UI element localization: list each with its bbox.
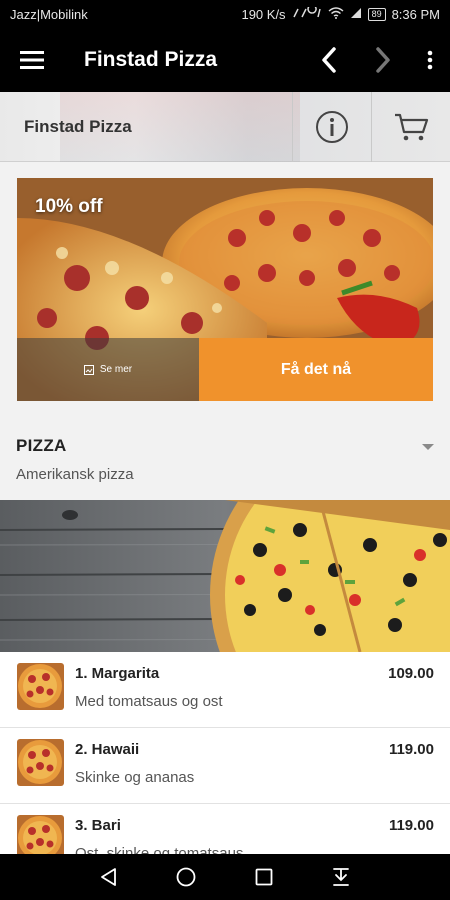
- category-title: PIZZA: [16, 436, 67, 455]
- item-thumbnail: [17, 739, 64, 786]
- item-thumbnail: [17, 663, 64, 710]
- get-it-now-button[interactable]: Få det nå: [199, 338, 433, 401]
- app-bar: Finstad Pizza: [0, 28, 450, 92]
- network-speed: 190 K/s: [241, 6, 286, 22]
- info-button[interactable]: [292, 91, 371, 162]
- item-thumbnail: [17, 815, 64, 854]
- category-banner-image: [0, 500, 450, 652]
- item-price: 119.00: [388, 741, 434, 758]
- forward-nav-button[interactable]: [356, 28, 410, 92]
- cart-button[interactable]: [371, 91, 450, 162]
- dropdown-arrow-icon: [422, 444, 434, 450]
- menu-item-list: 1. Margarita Med tomatsaus og ost 109.00…: [0, 652, 450, 854]
- app-title: Finstad Pizza: [84, 48, 218, 71]
- chevron-right-icon: [376, 47, 390, 73]
- item-price: 109.00: [388, 665, 434, 682]
- back-nav-button[interactable]: [302, 28, 356, 92]
- recents-button[interactable]: [244, 857, 284, 897]
- clock: 8:36 PM: [391, 6, 440, 22]
- category-subtitle: Amerikansk pizza: [16, 466, 134, 483]
- more-vert-icon: [427, 50, 433, 70]
- signal-icon: [292, 3, 322, 22]
- menu-icon: [20, 51, 44, 69]
- image-icon: [83, 364, 94, 375]
- item-name: 3. Bari: [75, 817, 121, 834]
- status-bar: Jazz|Mobilink 190 K/s 89 8:36 PM: [0, 0, 450, 28]
- see-more-button[interactable]: Se mer: [17, 338, 199, 401]
- status-icons: 190 K/s 89 8:36 PM: [241, 3, 440, 22]
- category-header[interactable]: PIZZA Amerikansk pizza: [0, 418, 450, 500]
- wifi-icon: [328, 6, 344, 22]
- menu-item[interactable]: 2. Hawaii Skinke og ananas 119.00: [0, 728, 450, 804]
- carrier-label: Jazz|Mobilink: [10, 6, 88, 22]
- back-icon: [100, 868, 116, 886]
- home-icon: [176, 867, 196, 887]
- item-description: Skinke og ananas: [75, 769, 195, 786]
- promo-card[interactable]: 10% off Se mer Få det nå: [17, 178, 433, 401]
- store-name: Finstad Pizza: [24, 116, 132, 136]
- main-content[interactable]: 10% off Se mer Få det nå PIZZA Amerikans…: [0, 162, 450, 854]
- back-button[interactable]: [89, 857, 129, 897]
- chevron-left-icon: [322, 47, 336, 73]
- notification-pull-button[interactable]: [321, 857, 361, 897]
- home-button[interactable]: [166, 857, 206, 897]
- item-description: Med tomatsaus og ost: [75, 693, 223, 710]
- menu-item[interactable]: 1. Margarita Med tomatsaus og ost 109.00: [0, 652, 450, 728]
- discount-badge: 10% off: [35, 196, 103, 217]
- overflow-menu-button[interactable]: [410, 28, 450, 92]
- info-icon: [316, 110, 348, 143]
- item-description: Ost, skinke og tomatsaus: [75, 845, 244, 854]
- recents-icon: [255, 868, 273, 886]
- battery-icon: 89: [367, 7, 386, 21]
- item-price: 119.00: [388, 817, 434, 834]
- item-name: 1. Margarita: [75, 665, 160, 682]
- item-name: 2. Hawaii: [75, 741, 140, 758]
- see-more-label: Se mer: [99, 364, 133, 375]
- menu-item[interactable]: 3. Bari Ost, skinke og tomatsaus 119.00: [0, 804, 450, 854]
- menu-button[interactable]: [0, 28, 64, 92]
- cart-icon: [395, 113, 429, 140]
- notification-pull-icon: [333, 868, 350, 886]
- cell-signal-icon: [350, 7, 362, 22]
- system-nav-bar: [0, 854, 450, 900]
- store-header: Finstad Pizza: [0, 91, 450, 162]
